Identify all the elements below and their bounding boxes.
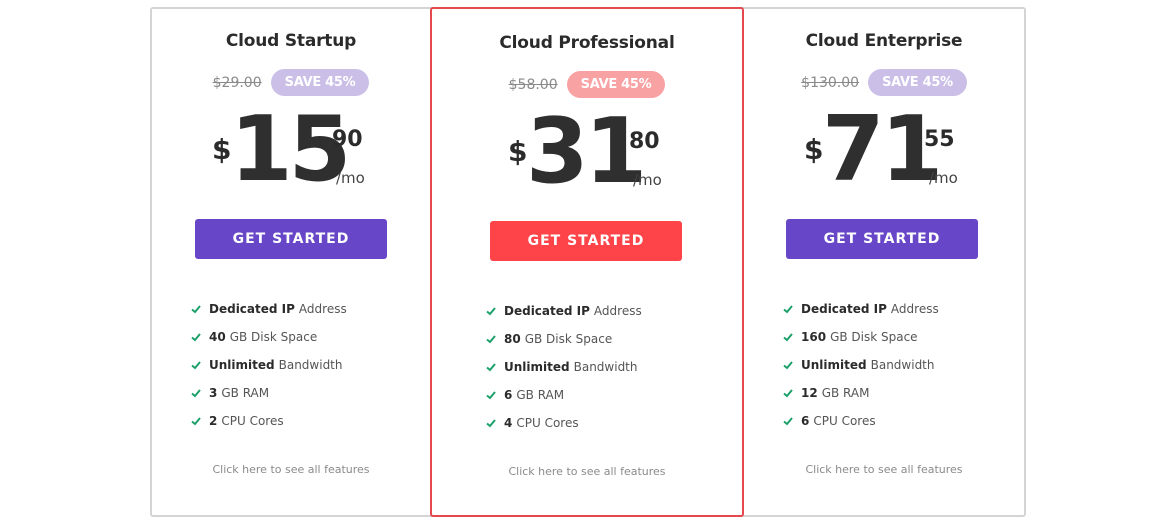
feature-list: Dedicated IP Address 40 GB Disk Space Unli… <box>191 295 347 435</box>
feature-highlight: 4 <box>504 416 513 430</box>
save-badge: SAVE 45% <box>868 69 967 96</box>
get-started-button[interactable]: GET STARTED <box>490 221 682 261</box>
feature-text: GB RAM <box>516 388 565 402</box>
feature-item: Dedicated IP Address <box>191 295 347 323</box>
feature-text: GB RAM <box>821 386 870 400</box>
feature-highlight: Dedicated IP <box>504 304 590 318</box>
currency-symbol: $ <box>804 133 824 166</box>
feature-text: Bandwidth <box>870 358 935 372</box>
price-dollars: 31 <box>526 99 647 204</box>
feature-text: CPU Cores <box>221 414 284 428</box>
check-icon <box>783 417 793 426</box>
feature-text: GB Disk Space <box>524 332 613 346</box>
feature-text: Address <box>298 302 347 316</box>
feature-text: GB RAM <box>221 386 270 400</box>
check-icon <box>783 333 793 342</box>
price-period: /mo <box>633 171 662 189</box>
feature-text: Bandwidth <box>573 360 638 374</box>
feature-item: 160 GB Disk Space <box>783 323 939 351</box>
feature-highlight: 6 <box>801 414 810 428</box>
check-icon <box>191 389 201 398</box>
feature-highlight: 80 <box>504 332 521 346</box>
price-cents: 55 <box>924 127 955 152</box>
price-cents: 80 <box>629 129 660 154</box>
see-all-features-link[interactable]: Click here to see all features <box>743 463 1025 476</box>
save-badge: SAVE 45% <box>270 69 370 96</box>
check-icon <box>486 335 496 344</box>
feature-item: 80 GB Disk Space <box>486 325 642 353</box>
feature-highlight: 3 <box>209 386 218 400</box>
feature-item: 6 CPU Cores <box>783 407 939 435</box>
check-icon <box>783 389 793 398</box>
feature-highlight: 40 <box>209 330 226 344</box>
feature-text: CPU Cores <box>516 416 579 430</box>
feature-highlight: Dedicated IP <box>209 302 295 316</box>
discount-row: $58.00 SAVE 45% <box>432 71 742 98</box>
feature-item: Unlimited Bandwidth <box>783 351 939 379</box>
feature-text: CPU Cores <box>813 414 876 428</box>
check-icon <box>783 361 793 370</box>
check-icon <box>191 361 201 370</box>
feature-highlight: Dedicated IP <box>801 302 887 316</box>
price: $ 71 55 /mo <box>743 105 1025 203</box>
check-icon <box>486 307 496 316</box>
feature-list: Dedicated IP Address 160 GB Disk Space Unl… <box>783 295 939 435</box>
get-started-button[interactable]: GET STARTED <box>195 219 387 259</box>
currency-symbol: $ <box>508 135 528 168</box>
feature-item: 3 GB RAM <box>191 379 347 407</box>
save-badge: SAVE 45% <box>566 71 666 98</box>
discount-row: $130.00 SAVE 45% <box>743 69 1025 96</box>
feature-item: 40 GB Disk Space <box>191 323 347 351</box>
feature-item: 12 GB RAM <box>783 379 939 407</box>
feature-highlight: 160 <box>801 330 827 344</box>
feature-text: Address <box>890 302 939 316</box>
feature-item: Unlimited Bandwidth <box>191 351 347 379</box>
see-all-features-link[interactable]: Click here to see all features <box>151 463 431 476</box>
check-icon <box>486 363 496 372</box>
feature-highlight: Unlimited <box>209 358 275 372</box>
price-dollars: 71 <box>822 97 943 202</box>
feature-text: Bandwidth <box>278 358 343 372</box>
feature-item: 4 CPU Cores <box>486 409 642 437</box>
feature-text: Address <box>593 304 642 318</box>
feature-text: GB Disk Space <box>830 330 918 344</box>
price: $ 31 80 /mo <box>432 107 742 205</box>
check-icon <box>191 417 201 426</box>
check-icon <box>486 419 496 428</box>
plan-card-cloud-enterprise: Cloud Enterprise $130.00 SAVE 45% $ 71 5… <box>743 7 1025 517</box>
see-all-features-link[interactable]: Click here to see all features <box>432 465 742 478</box>
feature-item: Unlimited Bandwidth <box>486 353 642 381</box>
feature-text: GB Disk Space <box>229 330 318 344</box>
check-icon <box>486 391 496 400</box>
discount-row: $29.00 SAVE 45% <box>151 69 431 96</box>
check-icon <box>783 305 793 314</box>
price: $ 15 90 /mo <box>151 105 431 203</box>
old-price: $29.00 <box>212 74 262 91</box>
get-started-button[interactable]: GET STARTED <box>786 219 978 259</box>
feature-item: Dedicated IP Address <box>783 295 939 323</box>
check-icon <box>191 305 201 314</box>
currency-symbol: $ <box>212 133 232 166</box>
feature-list: Dedicated IP Address 80 GB Disk Space Unli… <box>486 297 642 437</box>
feature-highlight: 6 <box>504 388 513 402</box>
plan-card-cloud-startup: Cloud Startup $29.00 SAVE 45% $ 15 90 /m… <box>151 7 431 517</box>
check-icon <box>191 333 201 342</box>
plan-title: Cloud Professional <box>499 33 675 53</box>
feature-item: Dedicated IP Address <box>486 297 642 325</box>
price-cents: 90 <box>332 127 363 152</box>
feature-highlight: 2 <box>209 414 218 428</box>
old-price: $130.00 <box>801 74 860 91</box>
feature-highlight: Unlimited <box>801 358 867 372</box>
feature-highlight: Unlimited <box>504 360 570 374</box>
plan-title: Cloud Startup <box>225 31 357 51</box>
price-period: /mo <box>929 169 958 187</box>
plan-card-cloud-professional: Cloud Professional $58.00 SAVE 45% $ 31 … <box>430 7 744 517</box>
old-price: $58.00 <box>508 76 558 93</box>
feature-highlight: 12 <box>801 386 818 400</box>
plan-title: Cloud Enterprise <box>805 31 963 51</box>
feature-item: 2 CPU Cores <box>191 407 347 435</box>
feature-item: 6 GB RAM <box>486 381 642 409</box>
price-period: /mo <box>336 169 365 187</box>
price-dollars: 15 <box>230 97 351 202</box>
